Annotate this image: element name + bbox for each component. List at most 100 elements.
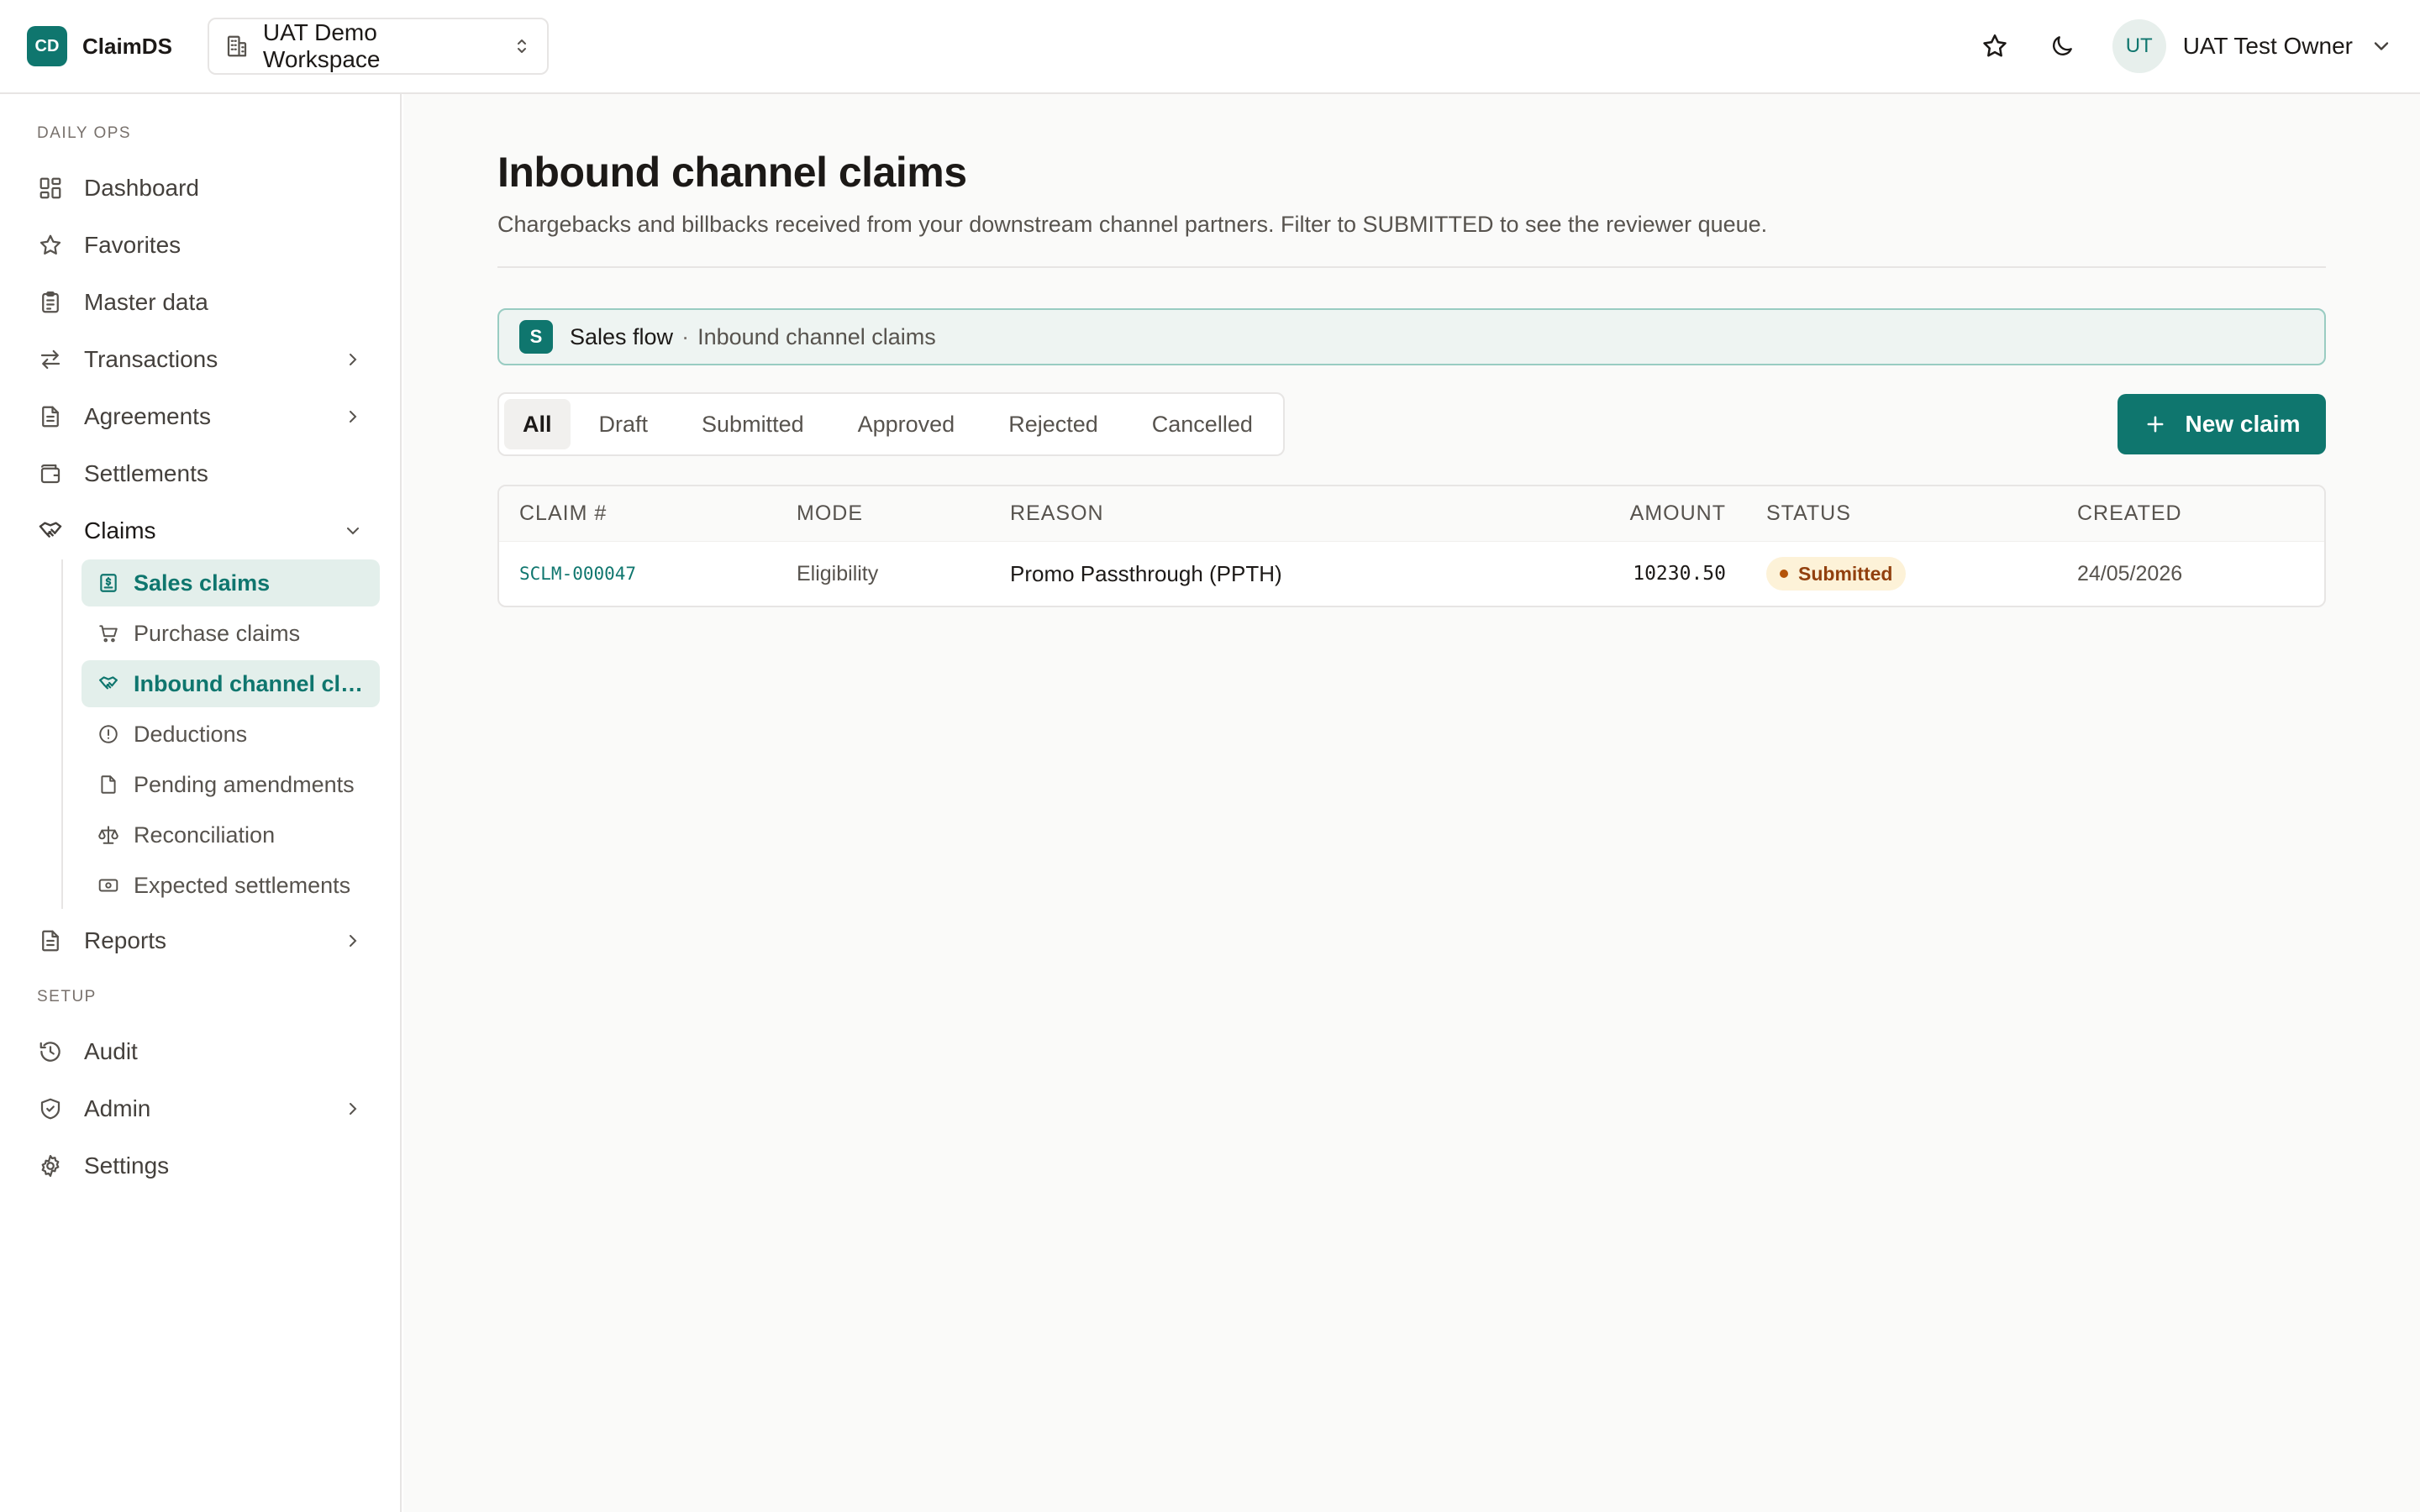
sidebar-item-dashboard[interactable]: Dashboard <box>20 160 380 217</box>
favorites-button[interactable] <box>1968 19 2022 73</box>
building-icon <box>224 34 250 59</box>
claim-created-date: 24/05/2026 <box>2077 561 2183 585</box>
claim-number-link[interactable]: SCLM-000047 <box>499 564 776 584</box>
handshake-icon <box>97 672 120 696</box>
tab-all[interactable]: All <box>504 399 571 449</box>
column-header-mode[interactable]: MODE <box>776 501 990 526</box>
sidebar-item-purchase-claims[interactable]: Purchase claims <box>82 610 380 657</box>
flow-badge: S <box>519 320 553 354</box>
chevron-right-icon <box>343 349 363 370</box>
sidebar-item-label: Master data <box>84 289 208 315</box>
workspace-switcher[interactable]: UAT Demo Workspace <box>207 18 549 75</box>
flow-banner: S Sales flow · Inbound channel claims <box>497 308 2326 365</box>
page-title: Inbound channel claims <box>497 149 967 196</box>
claim-status-cell: Submitted <box>1739 557 2057 591</box>
claims-subnav: Sales claims Purchase claims Inbound cha… <box>61 559 380 909</box>
theme-toggle-button[interactable] <box>2035 19 2089 73</box>
column-header-claim[interactable]: CLAIM # <box>499 501 776 526</box>
star-icon <box>37 232 64 259</box>
cart-icon <box>97 622 120 645</box>
user-menu[interactable]: UT UAT Test Owner <box>2112 19 2393 73</box>
wallet-icon <box>37 460 64 487</box>
invoice-icon <box>97 571 120 595</box>
sidebar-item-inbound-channel-claims[interactable]: Inbound channel clai... <box>82 660 380 707</box>
status-label: Submitted <box>1798 562 1893 585</box>
sidebar-item-settlements[interactable]: Settlements <box>20 445 380 502</box>
alert-circle-icon <box>97 722 120 746</box>
app-root: CD ClaimDS UAT Demo Workspace UT UAT Tes… <box>0 0 2420 1512</box>
sidebar-item-claims[interactable]: Claims <box>20 502 380 559</box>
workspace-label: UAT Demo Workspace <box>262 19 381 72</box>
claim-amount: 10230.50 <box>1633 563 1726 585</box>
sidebar-item-label: Expected settlements <box>134 872 351 898</box>
sidebar-item-label: Pending amendments <box>134 771 355 797</box>
status-badge: Submitted <box>1766 557 1907 591</box>
chevron-down-icon <box>2370 34 2393 58</box>
tab-rejected[interactable]: Rejected <box>983 399 1123 449</box>
tab-cancelled[interactable]: Cancelled <box>1127 399 1278 449</box>
top-bar: CD ClaimDS UAT Demo Workspace UT UAT Tes… <box>0 0 2420 94</box>
claim-mode: Eligibility <box>797 561 879 585</box>
sidebar-item-sales-claims[interactable]: Sales claims <box>82 559 380 606</box>
status-filter-tabs: All Draft Submitted Approved Rejected Ca… <box>497 392 1285 456</box>
star-icon <box>1981 32 2009 60</box>
sidebar-item-admin[interactable]: Admin <box>20 1080 380 1137</box>
column-header-created[interactable]: CREATED <box>2057 501 2324 526</box>
flow-name: Sales flow <box>570 323 674 349</box>
plus-icon <box>2144 412 2167 436</box>
sidebar-item-label: Admin <box>84 1095 151 1121</box>
sidebar-item-deductions[interactable]: Deductions <box>82 711 380 758</box>
tab-draft[interactable]: Draft <box>574 399 674 449</box>
column-header-status[interactable]: STATUS <box>1739 501 2057 526</box>
sidebar-item-expected-settlements[interactable]: Expected settlements <box>82 862 380 909</box>
table-row[interactable]: SCLM-000047 Eligibility Promo Passthroug… <box>499 542 2324 606</box>
sidebar-item-transactions[interactable]: Transactions <box>20 331 380 388</box>
tab-submitted[interactable]: Submitted <box>676 399 829 449</box>
sidebar-item-reconciliation[interactable]: Reconciliation <box>82 811 380 858</box>
new-claim-label: New claim <box>2185 411 2301 437</box>
sidebar: DAILY OPS Dashboard Favorites Master dat… <box>0 94 402 1512</box>
sidebar-item-audit[interactable]: Audit <box>20 1023 380 1080</box>
sidebar-item-label: Settlements <box>84 460 208 486</box>
sidebar-item-label: Purchase claims <box>134 620 301 646</box>
claim-reason: Promo Passthrough (PPTH) <box>1010 560 1282 586</box>
chevron-up-down-icon <box>512 36 532 56</box>
dashboard-icon <box>37 175 64 202</box>
sidebar-item-label: Favorites <box>84 232 182 258</box>
flow-page: Inbound channel claims <box>697 323 936 349</box>
main-content: Inbound channel claims Chargebacks and b… <box>403 94 2420 1512</box>
gear-icon <box>37 1152 64 1179</box>
column-header-amount[interactable]: AMOUNT <box>1536 501 1739 526</box>
sidebar-item-label: Agreements <box>84 403 211 429</box>
handshake-icon <box>37 517 64 544</box>
arrows-icon <box>37 346 64 373</box>
app-logo[interactable]: CD <box>27 26 67 66</box>
banknote-icon <box>97 874 120 897</box>
sidebar-item-label: Audit <box>84 1038 138 1064</box>
new-claim-button[interactable]: New claim <box>2118 394 2326 454</box>
flow-separator: · <box>681 323 690 349</box>
sidebar-item-label: Reconciliation <box>134 822 276 848</box>
sidebar-item-label: Claims <box>84 517 156 543</box>
chevron-right-icon <box>343 931 363 951</box>
tab-approved[interactable]: Approved <box>833 399 981 449</box>
table-header: CLAIM # MODE REASON AMOUNT STATUS CREATE… <box>499 486 2324 542</box>
sidebar-item-settings[interactable]: Settings <box>20 1137 380 1194</box>
claims-table: CLAIM # MODE REASON AMOUNT STATUS CREATE… <box>497 485 2326 607</box>
sidebar-item-label: Inbound channel clai... <box>134 670 365 696</box>
sidebar-item-agreements[interactable]: Agreements <box>20 388 380 445</box>
sidebar-item-label: Dashboard <box>84 175 199 201</box>
sidebar-item-favorites[interactable]: Favorites <box>20 217 380 274</box>
sidebar-item-label: Reports <box>84 927 167 953</box>
sidebar-item-pending-amendments[interactable]: Pending amendments <box>82 761 380 808</box>
sidebar-item-label: Deductions <box>134 721 248 747</box>
sidebar-item-label: Settings <box>84 1152 170 1179</box>
sidebar-item-reports[interactable]: Reports <box>20 912 380 969</box>
moon-icon <box>2049 33 2075 60</box>
column-header-reason[interactable]: REASON <box>990 501 1536 526</box>
file-icon <box>97 773 120 796</box>
sidebar-item-label: Transactions <box>84 346 218 372</box>
document-icon <box>37 403 64 430</box>
report-icon <box>37 927 64 954</box>
sidebar-item-master-data[interactable]: Master data <box>20 274 380 331</box>
